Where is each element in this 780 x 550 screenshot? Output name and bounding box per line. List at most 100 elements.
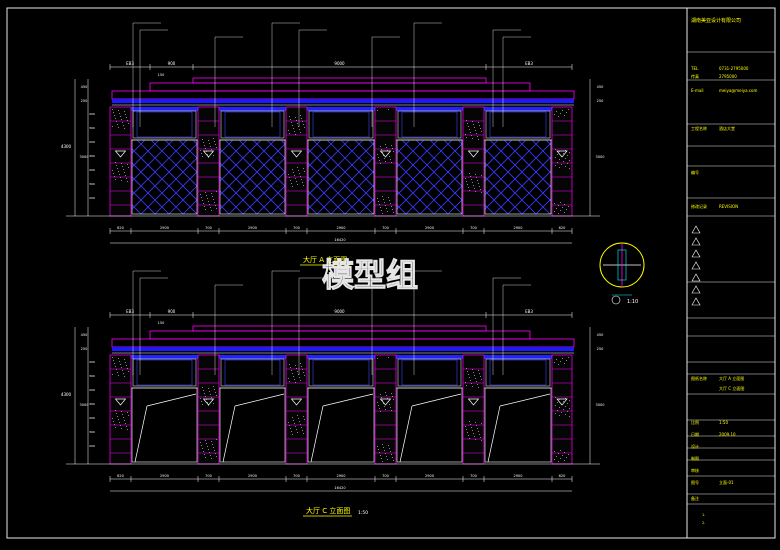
speck bbox=[391, 145, 392, 146]
speck bbox=[123, 125, 124, 126]
right-dim-label: 250 bbox=[597, 347, 604, 351]
speck bbox=[292, 125, 293, 126]
speck bbox=[569, 152, 570, 153]
tb-field-value: 大厅 A 立面图 bbox=[719, 375, 744, 381]
panel-header bbox=[219, 355, 286, 359]
speck bbox=[203, 142, 204, 143]
bottom-dim-label: 620 bbox=[559, 226, 566, 230]
speck bbox=[556, 359, 557, 360]
speck bbox=[112, 418, 113, 419]
speck bbox=[116, 369, 117, 370]
speck bbox=[207, 198, 208, 199]
speck bbox=[127, 368, 128, 369]
window-frame bbox=[397, 358, 462, 387]
speck bbox=[290, 367, 291, 368]
speck bbox=[478, 139, 479, 140]
speck bbox=[127, 429, 128, 430]
course-label: 200 bbox=[89, 196, 95, 200]
speck bbox=[569, 408, 570, 409]
speck bbox=[382, 444, 383, 445]
speck bbox=[466, 429, 467, 430]
speck bbox=[377, 402, 378, 403]
speck bbox=[558, 364, 559, 365]
speck bbox=[295, 365, 296, 366]
speck bbox=[554, 362, 555, 363]
speck bbox=[468, 374, 469, 375]
speck bbox=[299, 421, 300, 422]
speck bbox=[554, 459, 555, 460]
cornice-mid bbox=[149, 330, 531, 340]
speck bbox=[378, 405, 379, 406]
tb-field-key: 图号 bbox=[691, 479, 699, 485]
speck bbox=[292, 417, 293, 418]
course-label: 300 bbox=[89, 126, 95, 130]
bottom-dim-label: 700 bbox=[293, 226, 300, 230]
bottom-dim-label: 700 bbox=[205, 474, 212, 478]
speck bbox=[116, 121, 117, 122]
speck bbox=[380, 146, 381, 147]
speck bbox=[475, 422, 476, 423]
door-frame bbox=[396, 387, 463, 463]
tb-field-value: 立面-01 bbox=[719, 479, 734, 485]
speck bbox=[566, 112, 567, 113]
course-label: 200 bbox=[89, 168, 95, 172]
revision-triangle bbox=[691, 297, 701, 306]
speck bbox=[475, 130, 476, 131]
speck bbox=[124, 111, 125, 112]
speck bbox=[555, 165, 556, 166]
lattice-line bbox=[616, 140, 736, 260]
speck bbox=[208, 449, 209, 450]
speck bbox=[216, 147, 217, 148]
pier bbox=[197, 106, 220, 217]
speck bbox=[304, 375, 305, 376]
speck bbox=[201, 445, 202, 446]
tb-field-key: 制图 bbox=[691, 455, 699, 461]
lattice-line bbox=[207, 140, 327, 260]
speck bbox=[560, 361, 561, 362]
section-detail: 1:10 bbox=[599, 242, 645, 305]
speck bbox=[117, 416, 118, 417]
speck bbox=[301, 427, 302, 428]
speck bbox=[291, 183, 292, 184]
revision-triangle bbox=[691, 225, 701, 234]
speck bbox=[113, 360, 114, 361]
lattice-line bbox=[574, 140, 694, 260]
speck bbox=[472, 121, 473, 122]
speck bbox=[476, 425, 477, 426]
speck bbox=[120, 425, 121, 426]
speck bbox=[471, 427, 472, 428]
pier bbox=[551, 354, 573, 465]
speck bbox=[209, 204, 210, 205]
speck bbox=[203, 451, 204, 452]
speck bbox=[474, 436, 475, 437]
speck bbox=[384, 158, 385, 159]
tb-field-value: 0731-2795000 bbox=[719, 66, 749, 71]
speck bbox=[465, 178, 466, 179]
course-label: 200 bbox=[89, 112, 95, 116]
speck bbox=[290, 119, 291, 120]
tb-field-value: REVISION bbox=[719, 204, 738, 209]
speck bbox=[301, 366, 302, 367]
speck bbox=[470, 424, 471, 425]
speck bbox=[557, 402, 558, 403]
panel-c-3 bbox=[307, 355, 375, 463]
speck bbox=[298, 126, 299, 127]
tb-field-value: 1:50 bbox=[719, 420, 728, 425]
height-label: 4300 bbox=[61, 392, 72, 397]
speck bbox=[379, 452, 380, 453]
speck bbox=[304, 171, 305, 172]
speck bbox=[481, 192, 482, 193]
speck bbox=[302, 182, 303, 183]
door-frame bbox=[484, 387, 552, 463]
speck bbox=[472, 369, 473, 370]
speck bbox=[377, 110, 378, 111]
pier-c-3 bbox=[285, 354, 308, 465]
speck bbox=[296, 368, 297, 369]
speck bbox=[212, 444, 213, 445]
lattice-line bbox=[309, 140, 429, 260]
speck bbox=[386, 147, 387, 148]
speck bbox=[126, 178, 127, 179]
speck bbox=[385, 205, 386, 206]
speck bbox=[297, 415, 298, 416]
speck bbox=[466, 120, 467, 121]
